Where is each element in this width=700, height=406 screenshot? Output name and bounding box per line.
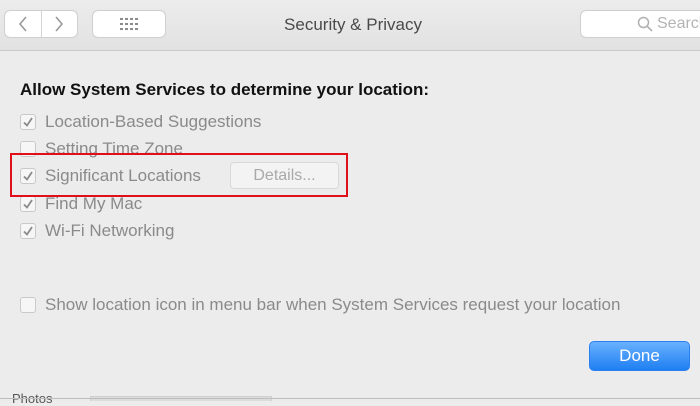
location-suggestions-checkbox[interactable]	[20, 114, 36, 130]
done-button[interactable]: Done	[589, 341, 690, 371]
service-label: Find My Mac	[45, 194, 143, 213]
show-location-icon-label: Show location icon in menu bar when Syst…	[45, 295, 621, 314]
search-icon	[637, 16, 653, 32]
show-location-icon-row[interactable]: Show location icon in menu bar when Syst…	[20, 294, 620, 316]
service-row-wifi-networking[interactable]: Wi-Fi Networking	[20, 220, 174, 242]
window-toolbar: Security & Privacy	[0, 0, 700, 51]
sheet-bottom-edge	[0, 398, 700, 399]
annotation-highlight-box	[10, 153, 348, 197]
show-location-icon-checkbox[interactable]	[20, 297, 36, 313]
service-row-location-suggestions[interactable]: Location-Based Suggestions	[20, 111, 261, 133]
checkmark-icon	[23, 117, 33, 127]
checkmark-icon	[23, 226, 33, 236]
search-input[interactable]	[657, 15, 700, 33]
checkmark-icon	[23, 199, 33, 209]
service-label: Wi-Fi Networking	[45, 221, 175, 240]
wifi-networking-checkbox[interactable]	[20, 223, 36, 239]
find-my-mac-checkbox[interactable]	[20, 196, 36, 212]
search-field[interactable]	[580, 10, 700, 38]
sheet-heading: Allow System Services to determine your …	[20, 80, 430, 99]
service-label: Location-Based Suggestions	[45, 112, 262, 131]
